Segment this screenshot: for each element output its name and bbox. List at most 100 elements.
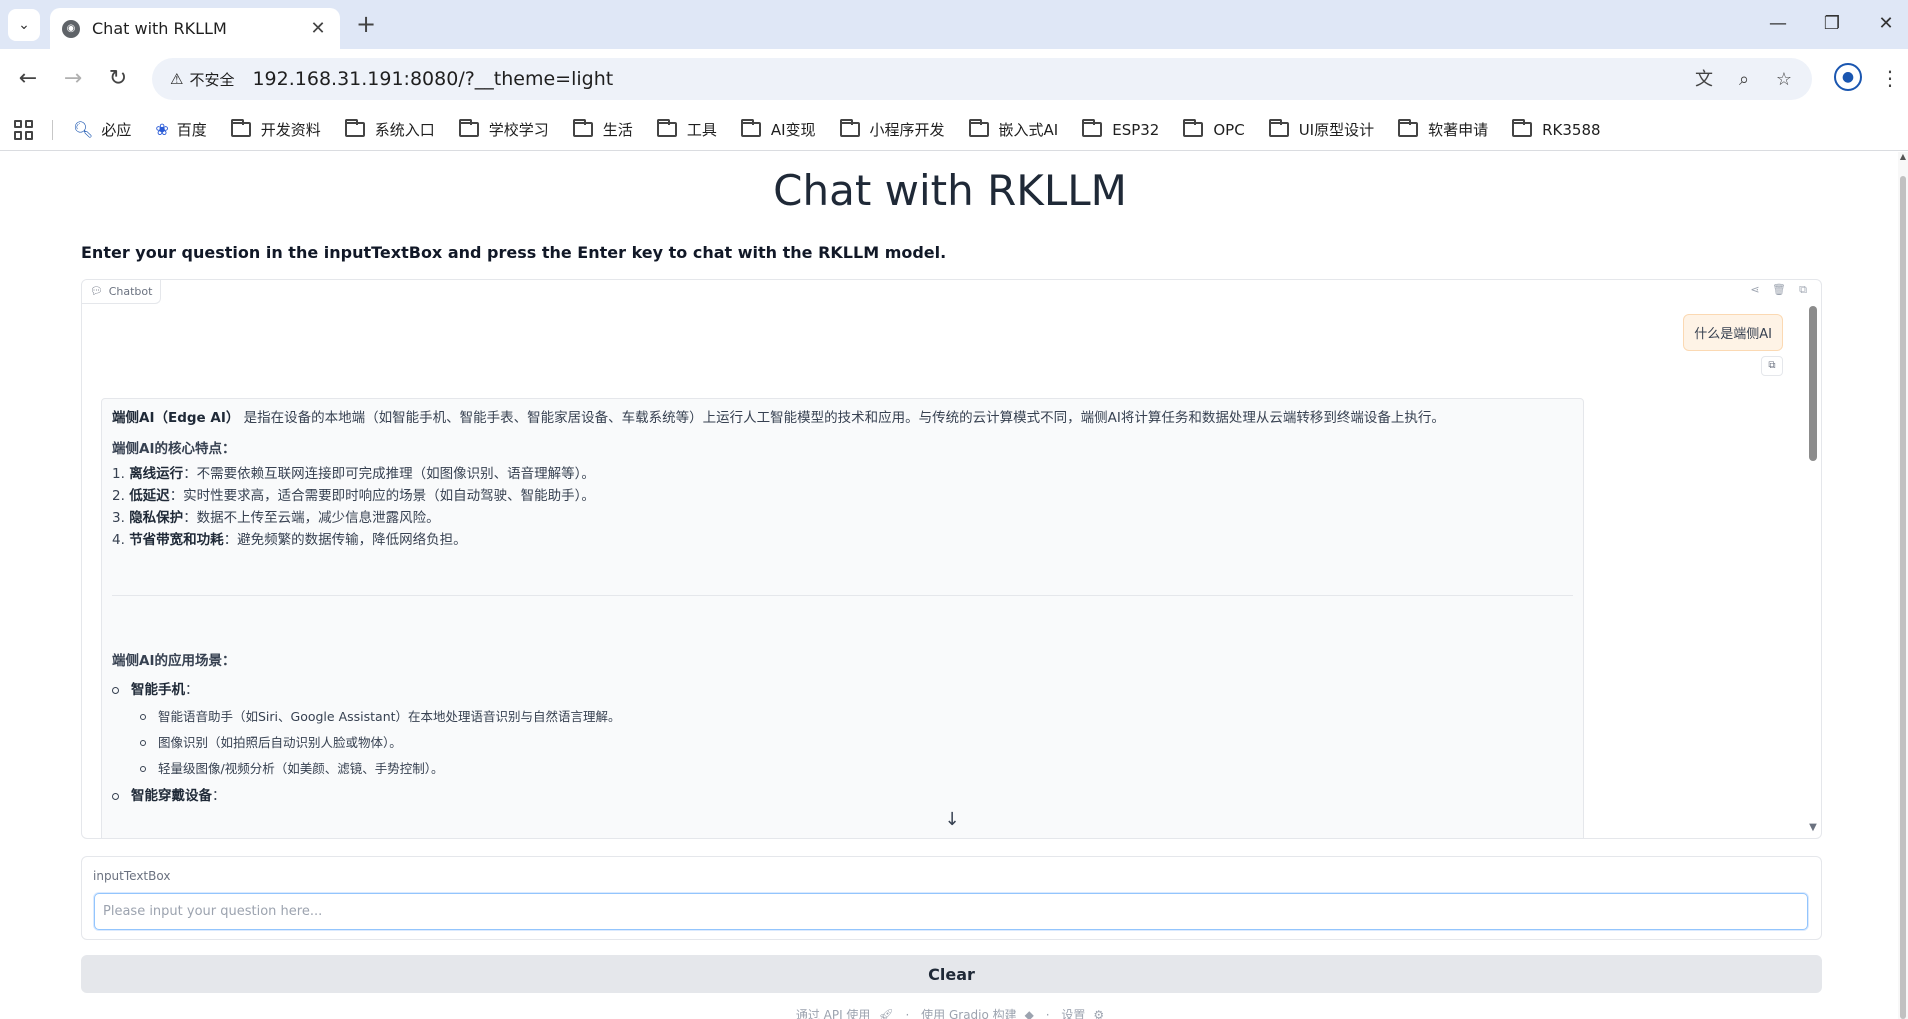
bookmark-folder[interactable]: 小程序开发 [839, 119, 945, 140]
folder-icon [1268, 119, 1289, 137]
more-menu-icon[interactable]: ⋮ [1880, 63, 1900, 93]
bookmark-folder[interactable]: RK3588 [1512, 119, 1601, 139]
apps-icon[interactable] [14, 119, 34, 140]
star-icon[interactable]: ☆ [1772, 68, 1796, 92]
rocket-icon: 🚀︎ [878, 1008, 894, 1019]
divider [112, 595, 1573, 596]
sub-list-item: 智能语音助手（如Siri、Google Assistant）在本地处理语音识别与… [112, 704, 1573, 730]
features-heading: 端侧AI的核心特点： [112, 441, 236, 457]
close-tab-icon[interactable]: ✕ [308, 18, 328, 39]
bookmark-folder[interactable]: 系统入口 [344, 119, 435, 140]
bookmark-baidu[interactable]: ❀ 百度 [155, 119, 206, 140]
list-item: 智能手机： [112, 676, 1573, 704]
chevron-down-icon: ⌄ [18, 17, 30, 33]
folder-icon [230, 119, 251, 137]
translate-icon[interactable]: 文 [1692, 68, 1716, 92]
folder-icon [839, 119, 860, 137]
close-window-icon[interactable]: ✕ [1866, 10, 1906, 38]
forward-icon[interactable]: → [57, 63, 89, 95]
bookmark-folder[interactable]: AI变现 [740, 119, 816, 140]
question-input[interactable] [94, 893, 1808, 930]
reload-icon[interactable]: ↻ [102, 63, 134, 95]
gear-icon: ⚙ [1093, 1008, 1105, 1019]
bookmark-folder[interactable]: 生活 [572, 119, 633, 140]
folder-icon [968, 119, 989, 137]
baidu-paw-icon: ❀ [155, 120, 169, 139]
chatbot-panel: 💬︎ Chatbot ⋖ 🗑︎ ⧉ 什么是端侧AI ⧉ 端侧AI（Edge AI… [81, 279, 1822, 839]
folder-icon [344, 119, 365, 137]
input-block: inputTextBox [81, 856, 1822, 940]
bookmark-folder[interactable]: 学校学习 [458, 119, 549, 140]
footer: 通过 API 使用 🚀︎ · 使用 Gradio 构建 ◆ · 设置 ⚙ [0, 1006, 1900, 1019]
folder-icon [458, 119, 479, 137]
bookmark-folder[interactable]: UI原型设计 [1268, 119, 1374, 140]
feature-item: 1. 离线运行：不需要依赖互联网连接即可完成推理（如图像识别、语音理解等）。 [112, 466, 595, 482]
sub-list-item: 轻量级图像/视频分析（如美颜、滤镜、手势控制）。 [112, 756, 1573, 782]
footer-separator: · [1045, 1008, 1050, 1019]
page-title: Chat with RKLLM [773, 166, 1127, 215]
share-icon[interactable]: ⋖ [1747, 282, 1763, 298]
feature-item: 2. 低延迟：实时性要求高，适合需要即时响应的场景（如自动驾驶、智能助手）。 [112, 488, 595, 504]
scenes-heading: 端侧AI的应用场景： [112, 653, 236, 669]
feature-item: 4. 节省带宽和功耗：避免频繁的数据传输，降低网络负担。 [112, 532, 467, 548]
search-icon: 🔍︎ [73, 120, 94, 139]
warning-icon: ⚠ [170, 70, 184, 88]
scroll-down-arrow-icon[interactable]: ▼ [1807, 822, 1819, 833]
settings-link[interactable]: 设置 [1061, 1008, 1085, 1019]
scroll-up-arrow-icon[interactable]: ▲ [1898, 152, 1908, 166]
bookmark-folder[interactable]: 软著申请 [1398, 119, 1488, 140]
profile-icon[interactable]: ● [1834, 63, 1862, 91]
user-message: 什么是端侧AI [1683, 314, 1783, 351]
chat-toolbar: ⋖ 🗑︎ ⧉ [1747, 282, 1811, 298]
input-label: inputTextBox [93, 869, 171, 883]
bookmark-folder[interactable]: 开发资料 [230, 119, 321, 140]
folder-icon [1512, 119, 1533, 137]
bookmark-bing[interactable]: 🔍︎ 必应 [73, 119, 131, 140]
sub-list-item: 图像识别（如拍照后自动识别人脸或物体）。 [112, 730, 1573, 756]
new-tab-button[interactable]: + [352, 10, 380, 38]
tab-title: Chat with RKLLM [92, 19, 227, 38]
security-chip[interactable]: ⚠ 不安全 [170, 69, 248, 90]
arrow-down-icon[interactable]: ↓ [940, 808, 964, 832]
api-link[interactable]: 通过 API 使用 [796, 1008, 871, 1019]
bookmarks-separator [52, 119, 53, 140]
copy-message-icon[interactable]: ⧉ [1761, 356, 1783, 376]
page-scrollbar-thumb[interactable] [1900, 176, 1906, 1019]
chat-bubble-icon: 💬︎ [90, 286, 103, 297]
gradio-logo-icon: ◆ [1024, 1008, 1034, 1019]
folder-icon [1082, 119, 1103, 137]
bookmark-folder[interactable]: OPC [1183, 119, 1245, 139]
tab-search-button[interactable]: ⌄ [8, 9, 40, 41]
folder-icon [1398, 119, 1419, 137]
list-item: 智能穿戴设备： [112, 782, 1573, 810]
folder-icon [656, 119, 677, 137]
gradio-link[interactable]: 使用 Gradio 构建 [921, 1008, 1017, 1019]
folder-icon [740, 119, 761, 137]
feature-item: 3. 隐私保护：数据不上传至云端，减少信息泄露风险。 [112, 510, 440, 526]
bookmark-folder[interactable]: 工具 [656, 119, 717, 140]
folder-icon [1183, 119, 1204, 137]
security-label: 不安全 [189, 70, 235, 89]
address-bar[interactable]: ⚠ 不安全 192.168.31.191:8080/?__theme=light… [152, 58, 1812, 100]
globe-icon: ◉ [62, 19, 80, 38]
folder-icon [572, 119, 593, 137]
page-description: Enter your question in the inputTextBox … [81, 243, 947, 262]
back-icon[interactable]: ← [12, 63, 44, 95]
minimize-icon[interactable]: — [1758, 10, 1798, 38]
restore-icon[interactable]: ❐ [1812, 10, 1852, 38]
trash-icon[interactable]: 🗑︎ [1771, 282, 1787, 298]
browser-toolbar: ← → ↻ ⚠ 不安全 192.168.31.191:8080/?__theme… [0, 49, 1908, 109]
copy-all-icon[interactable]: ⧉ [1795, 282, 1811, 298]
bot-message: 端侧AI（Edge AI） 是指在设备的本地端（如智能手机、智能手表、智能家居设… [101, 398, 1584, 838]
url-text[interactable]: 192.168.31.191:8080/?__theme=light [252, 68, 613, 90]
browser-tab[interactable]: ◉ Chat with RKLLM ✕ [50, 8, 340, 49]
chat-scrollbar-thumb[interactable] [1809, 306, 1817, 461]
bookmarks-bar: 🔍︎ 必应 ❀ 百度 开发资料 系统入口 学校学习 生活 工具 AI变现 小程序开发… [0, 109, 1908, 151]
bookmark-folder[interactable]: 嵌入式AI [968, 119, 1058, 140]
bookmark-folder[interactable]: ESP32 [1082, 119, 1159, 139]
chatbot-label: 💬︎ Chatbot [82, 280, 162, 304]
tab-strip: ⌄ ◉ Chat with RKLLM ✕ + — ❐ ✕ [0, 0, 1908, 49]
zoom-icon[interactable]: ⌕ [1732, 68, 1756, 92]
bot-intro: 端侧AI（Edge AI） 是指在设备的本地端（如智能手机、智能手表、智能家居设… [112, 410, 1445, 426]
clear-button[interactable]: Clear [81, 955, 1822, 993]
